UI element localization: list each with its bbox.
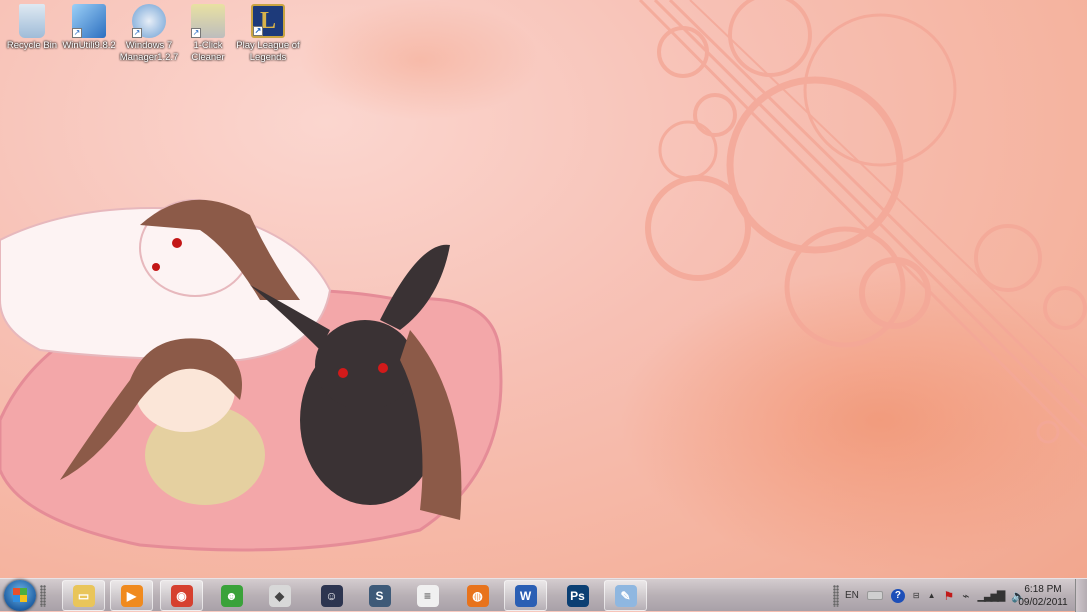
taskbar-gripper[interactable] xyxy=(40,585,46,607)
network-signal-icon[interactable]: ▁▃▅▇ xyxy=(978,589,1006,602)
taskbar-button-paint[interactable]: ✎ xyxy=(604,580,647,611)
windows7-manager-icon: ↗ xyxy=(132,4,166,38)
clock-time: 6:18 PM xyxy=(1024,584,1062,595)
clock-date: 09/02/2011 xyxy=(1018,597,1068,608)
photoshop-icon: Ps xyxy=(566,584,589,607)
wolf-app-icon: ◆ xyxy=(268,584,291,607)
language-bar-options-icon[interactable]: ⊟ xyxy=(913,591,920,600)
shortcut-arrow-icon: ↗ xyxy=(132,28,142,38)
help-icon[interactable]: ? xyxy=(890,588,905,603)
desktop-icon-label: 1-Click Cleaner xyxy=(191,40,225,63)
paint-icon: ✎ xyxy=(614,584,637,607)
desktop-icon-label: Windows 7 Manager1.2.7 xyxy=(119,40,179,63)
desktop-icon-label: Recycle Bin xyxy=(6,40,58,51)
action-center-flag-icon[interactable]: ⚑ xyxy=(944,589,955,603)
desktop-icon-windows7-manager[interactable]: ↗ Windows 7 Manager1.2.7 xyxy=(117,4,181,64)
taskbar: ▭ ▶ ◉ ☻ ◆ ☺ S ≡ ◍ W Ps ✎ EN ? ⊟ ▲ ⚑ ⌁ ▁▃▅▇ 🔈 6:18 P… xyxy=(0,578,1087,612)
microsoft-word-icon: W xyxy=(514,584,537,607)
cleaner-icon: ↗ xyxy=(191,4,225,38)
desktop-icon-winutilities[interactable]: ↗ WinUtili9.8.2 xyxy=(57,4,121,52)
keyboard-icon[interactable] xyxy=(866,591,883,600)
windows-live-messenger-icon: ☻ xyxy=(220,584,243,607)
taskbar-button-windows-live-messenger[interactable]: ☻ xyxy=(210,580,253,611)
document-icon: ≡ xyxy=(416,584,439,607)
shortcut-arrow-icon: ↗ xyxy=(72,28,82,38)
notification-area: EN ? ⊟ ▲ ⚑ ⌁ ▁▃▅▇ 🔈 xyxy=(845,579,1026,612)
show-hidden-icons-button[interactable]: ▲ xyxy=(928,591,936,600)
taskbar-button-firefox[interactable]: ◍ xyxy=(456,580,499,611)
desktop-icon-recycle-bin[interactable]: Recycle Bin xyxy=(0,4,64,52)
starcraft-2-icon: S xyxy=(368,584,391,607)
windows-explorer-icon: ▭ xyxy=(72,584,95,607)
firefox-icon: ◍ xyxy=(466,584,489,607)
taskbar-button-starcraft-2[interactable]: S xyxy=(358,580,401,611)
tray-gripper[interactable] xyxy=(833,585,839,607)
anime-app-icon: ☺ xyxy=(320,584,343,607)
taskbar-button-google-chrome[interactable]: ◉ xyxy=(160,580,203,611)
desktop-wallpaper xyxy=(0,0,1087,570)
taskbar-button-microsoft-word[interactable]: W xyxy=(504,580,547,611)
google-chrome-icon: ◉ xyxy=(170,584,193,607)
start-button[interactable] xyxy=(4,580,36,611)
league-of-legends-icon: L ↗ xyxy=(251,4,285,38)
power-plug-icon[interactable]: ⌁ xyxy=(962,589,969,603)
language-indicator[interactable]: EN xyxy=(845,590,859,601)
clock[interactable]: 6:18 PM 09/02/2011 xyxy=(1010,583,1076,609)
desktop-icon-label: WinUtili9.8.2 xyxy=(62,40,116,51)
windows-logo-icon xyxy=(13,588,27,602)
taskbar-button-photoshop[interactable]: Ps xyxy=(556,580,599,611)
recycle-bin-icon xyxy=(19,4,45,38)
bunny-girls-illustration xyxy=(0,199,503,552)
taskbar-button-windows-media-player[interactable]: ▶ xyxy=(110,580,153,611)
shortcut-arrow-icon: ↗ xyxy=(253,26,263,36)
desktop-icon-label: Play League of Legends xyxy=(236,40,300,63)
taskbar-button-windows-explorer[interactable]: ▭ xyxy=(62,580,105,611)
taskbar-button-anime-app[interactable]: ☺ xyxy=(310,580,353,611)
show-desktop-button[interactable] xyxy=(1075,579,1087,612)
taskbar-button-document[interactable]: ≡ xyxy=(406,580,449,611)
windows-media-player-icon: ▶ xyxy=(120,584,143,607)
shortcut-arrow-icon: ↗ xyxy=(191,28,201,38)
desktop-icon-league-of-legends[interactable]: L ↗ Play League of Legends xyxy=(236,4,300,64)
winutilities-icon: ↗ xyxy=(72,4,106,38)
taskbar-button-wolf-app[interactable]: ◆ xyxy=(258,580,301,611)
desktop-icon-1-click-cleaner[interactable]: ↗ 1-Click Cleaner xyxy=(176,4,240,64)
